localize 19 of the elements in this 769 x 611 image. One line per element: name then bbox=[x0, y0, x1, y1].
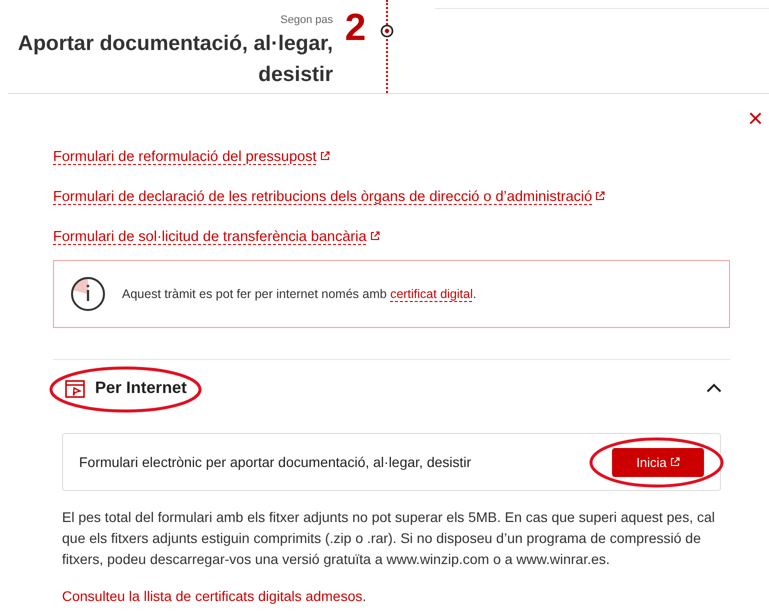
form-title: Formulari electrònic per aportar documentació, al·legar, desistir bbox=[79, 454, 472, 470]
step-title: Aportar documentació, al·legar, desistir bbox=[16, 31, 333, 88]
start-button[interactable]: Inicia bbox=[612, 448, 704, 476]
certificates-note: Consulteu la llista de certificats digitals admesos. bbox=[62, 588, 366, 604]
form-link[interactable]: Formulari de sol·licitud de transferència bancària bbox=[53, 229, 380, 245]
size-limit-paragraph: El pes total del formulari amb els fitxer adjunts no pot superar els 5MB. En cas que superi aquest pes, cal que els fitxers adjunts estiguin comprimits (.zip o .rar). Si no disposeu d’un programa de compressió de fitxers, podeu descarregar-vos una versió gratuïta a www.winzip.com o a www.winrar.es. bbox=[62, 508, 716, 569]
form-link[interactable]: Formulari de declaració de les retribucions dels òrgans de direcció o d’administració bbox=[53, 189, 606, 205]
certificate-link[interactable]: certificat digital bbox=[390, 287, 473, 301]
section-title: Per Internet bbox=[95, 379, 187, 398]
timeline-marker-icon bbox=[380, 24, 394, 38]
close-button[interactable]: × bbox=[748, 108, 763, 128]
certificates-list-link[interactable]: Consulteu la llista de certificats digitals admesos bbox=[62, 588, 362, 604]
notice-text: Aquest tràmit es pot fer per internet només amb certificat digital. bbox=[122, 287, 476, 301]
step-number: 2 bbox=[344, 6, 368, 50]
browser-window-icon bbox=[65, 380, 85, 398]
form-link[interactable]: Formulari de reformulació del pressupost bbox=[53, 149, 330, 165]
step-label: Segon pas bbox=[280, 14, 333, 26]
info-icon bbox=[70, 276, 106, 312]
external-link-icon bbox=[670, 457, 680, 467]
